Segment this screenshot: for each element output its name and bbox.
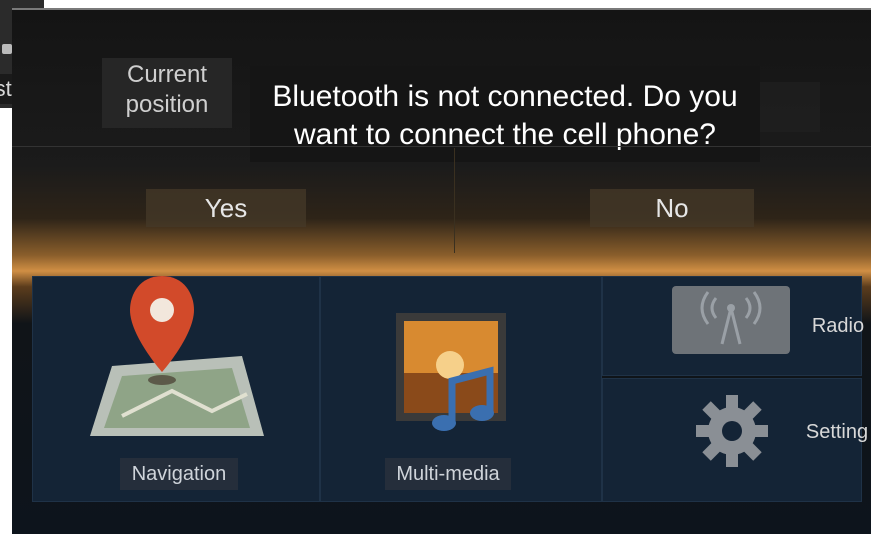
setting-label: Setting bbox=[805, 421, 869, 443]
button-divider bbox=[454, 148, 455, 253]
bluetooth-dialog-message: Bluetooth is not connected. Do you want … bbox=[250, 66, 760, 162]
clip-icon bbox=[2, 44, 12, 54]
multimedia-label: Multi-media bbox=[385, 458, 511, 490]
head-unit-screen: Current position Bluetooth is not connec… bbox=[12, 8, 871, 534]
radio-label: Radio bbox=[811, 315, 865, 337]
current-position-label[interactable]: Current position bbox=[102, 58, 232, 128]
radio-tower-icon bbox=[672, 286, 790, 354]
navigation-label: Navigation bbox=[120, 458, 238, 490]
map-pin-icon bbox=[90, 276, 264, 436]
dialog-divider bbox=[12, 146, 871, 147]
music-photo-icon bbox=[396, 313, 506, 431]
top-border bbox=[12, 8, 871, 10]
gear-icon bbox=[696, 395, 768, 467]
yes-button[interactable]: Yes bbox=[146, 189, 306, 227]
dimmed-header-right bbox=[760, 82, 820, 132]
no-button[interactable]: No bbox=[590, 189, 754, 227]
